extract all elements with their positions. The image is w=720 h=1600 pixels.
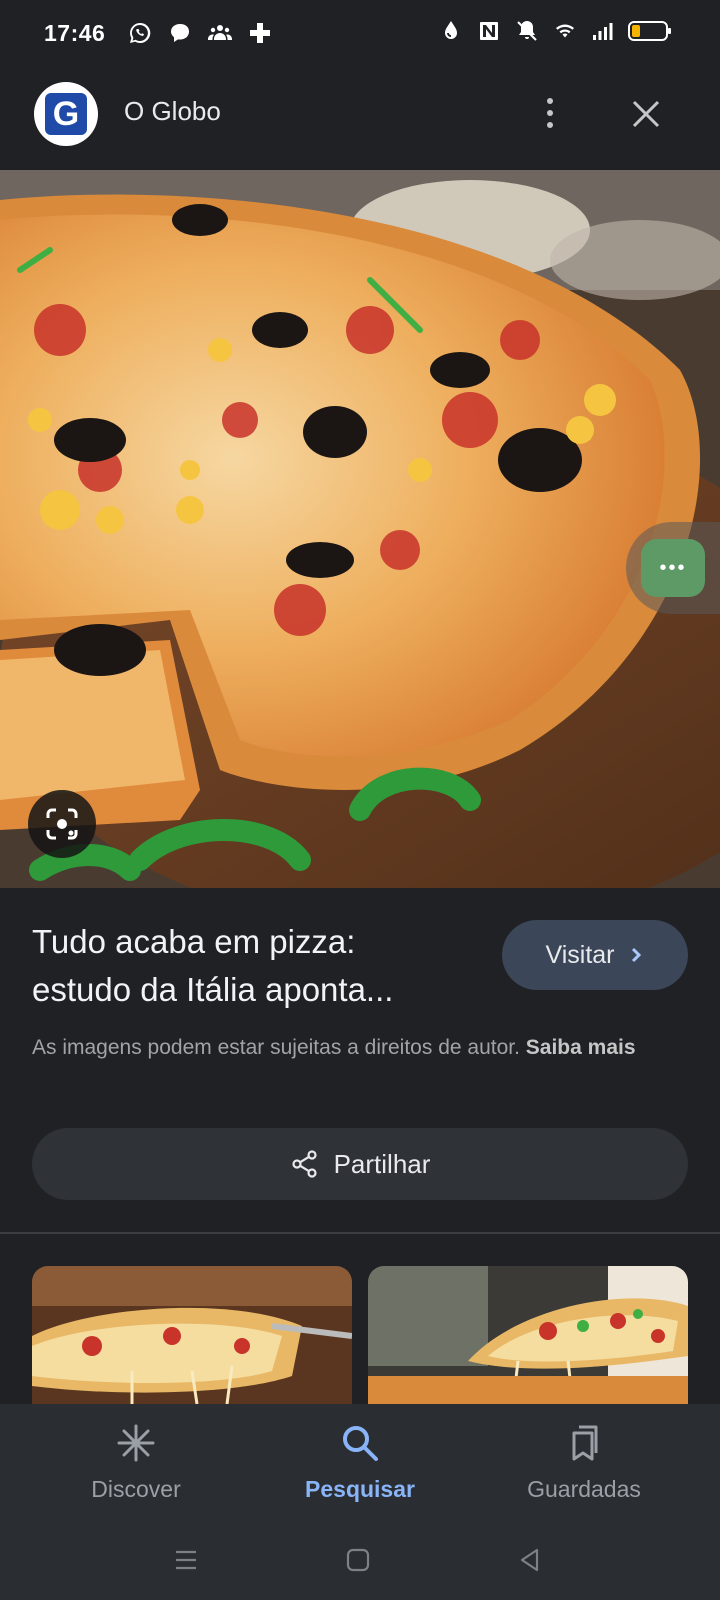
chat-bubble-overlay-icon: ••• (641, 539, 705, 597)
related-image[interactable] (32, 1266, 352, 1404)
nav-search-label: Pesquisar (305, 1476, 415, 1502)
related-pizza-image (368, 1266, 688, 1404)
related-pizza-image (32, 1266, 352, 1404)
visit-label: Visitar (545, 940, 615, 969)
group-icon (207, 20, 233, 46)
learn-more-link[interactable]: Saiba mais (526, 1036, 636, 1059)
share-button[interactable]: Partilhar (32, 1128, 688, 1200)
lens-button[interactable] (28, 790, 96, 858)
home-button[interactable] (338, 1542, 378, 1578)
notification-icons (127, 20, 273, 46)
asterisk-icon (117, 1424, 155, 1462)
mute-icon (514, 18, 540, 44)
search-icon (343, 1426, 378, 1461)
divider (0, 1232, 720, 1234)
floating-chat-handle[interactable]: ••• (626, 522, 720, 614)
copyright-text: As imagens podem estar sujeitas a direit… (32, 1036, 520, 1059)
share-icon (291, 1150, 317, 1178)
more-options-button[interactable] (530, 88, 570, 138)
battery-icon (628, 18, 672, 44)
gamepad-icon (247, 20, 273, 46)
close-icon (632, 100, 660, 128)
visit-button[interactable]: Visitar (502, 920, 688, 990)
more-dot (547, 110, 553, 116)
back-triangle-icon (520, 1548, 539, 1572)
copyright-notice: As imagens podem estar sujeitas a direit… (32, 1032, 692, 1064)
result-header: G O Globo (0, 66, 720, 170)
close-button[interactable] (624, 92, 668, 136)
chevron-right-icon (631, 947, 641, 963)
wifi-icon (552, 18, 578, 44)
lens-icon (46, 808, 78, 840)
nav-discover-label: Discover (91, 1476, 181, 1502)
water-drop-icon (438, 18, 464, 44)
whatsapp-icon (127, 20, 153, 46)
menu-icon (176, 1550, 196, 1570)
nav-saved[interactable]: Guardadas (484, 1422, 684, 1503)
nav-discover[interactable]: Discover (36, 1422, 236, 1503)
nfc-icon (476, 18, 502, 44)
status-time: 17:46 (44, 19, 106, 46)
source-logo-letter: G (45, 93, 87, 135)
pizza-image (0, 170, 720, 888)
nav-search[interactable]: Pesquisar (260, 1422, 460, 1503)
bookmarks-icon (572, 1425, 598, 1461)
related-image[interactable] (368, 1266, 688, 1404)
chat-bubble-icon (167, 20, 193, 46)
status-bar: 17:46 (0, 0, 720, 66)
main-image[interactable]: ••• (0, 170, 720, 888)
back-button[interactable] (510, 1542, 550, 1578)
signal-icon (590, 18, 616, 44)
source-logo[interactable]: G (34, 82, 98, 146)
system-status-icons (438, 18, 672, 44)
home-square-icon (346, 1548, 370, 1572)
system-navigation-bar (0, 1520, 720, 1600)
result-title[interactable]: Tudo acaba em pizza: estudo da Itália ap… (32, 918, 462, 1014)
more-dot (547, 98, 553, 104)
more-dot (547, 122, 553, 128)
bottom-navigation: Discover Pesquisar Guardadas (0, 1404, 720, 1520)
nav-saved-label: Guardadas (527, 1476, 641, 1502)
recent-apps-button[interactable] (166, 1542, 206, 1578)
source-name[interactable]: O Globo (124, 96, 221, 127)
share-label: Partilhar (333, 1148, 431, 1179)
